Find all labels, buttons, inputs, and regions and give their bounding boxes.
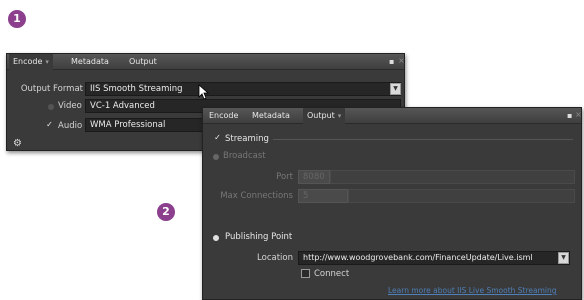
port-spacer bbox=[330, 170, 575, 184]
streaming-label: Streaming bbox=[225, 134, 269, 144]
location-input[interactable]: http://www.woodgrovebank.com/FinanceUpda… bbox=[298, 251, 570, 265]
location-label: Location bbox=[257, 253, 293, 263]
max-connections-input[interactable]: 5 bbox=[298, 189, 348, 203]
tab-metadata[interactable]: Metadata bbox=[67, 54, 113, 70]
location-dropdown-button[interactable]: ▼ bbox=[558, 252, 569, 264]
mouse-cursor-icon bbox=[198, 84, 210, 100]
panel2-tabbar: Encode Metadata Output ▾ ▪ × bbox=[203, 108, 581, 124]
publishing-point-radio[interactable] bbox=[213, 235, 219, 241]
connect-label: Connect bbox=[314, 269, 350, 279]
output-format-select[interactable]: IIS Smooth Streaming bbox=[85, 82, 401, 96]
port-input[interactable]: 8080 bbox=[298, 170, 330, 184]
settings-gear-icon[interactable]: ⚙ bbox=[13, 138, 22, 149]
chevron-down-icon: ▾ bbox=[45, 58, 49, 66]
output-format-dropdown-button[interactable]: ▼ bbox=[390, 83, 401, 95]
step-badge-2: 2 bbox=[157, 203, 175, 221]
output-panel: Encode Metadata Output ▾ ▪ × ✓ Streaming … bbox=[202, 107, 582, 300]
tab-encode[interactable]: Encode bbox=[205, 108, 242, 124]
learn-more-link[interactable]: Learn more about IIS Live Smooth Streami… bbox=[388, 286, 557, 295]
tab-output[interactable]: Output ▾ bbox=[303, 108, 346, 124]
audio-checkbox[interactable]: ✓ bbox=[45, 121, 54, 130]
tab-encode[interactable]: Encode ▾ bbox=[9, 54, 53, 70]
pin-icon[interactable]: ▪ bbox=[567, 111, 573, 120]
max-connections-label: Max Connections bbox=[220, 191, 293, 201]
close-icon[interactable]: × bbox=[575, 110, 581, 120]
chevron-down-icon: ▾ bbox=[337, 112, 342, 120]
audio-label: Audio bbox=[58, 121, 83, 131]
close-icon[interactable]: × bbox=[398, 56, 404, 66]
tab-metadata[interactable]: Metadata bbox=[248, 108, 294, 124]
publishing-point-label: Publishing Point bbox=[225, 232, 293, 242]
tab-output[interactable]: Output bbox=[125, 54, 161, 70]
port-label: Port bbox=[276, 172, 293, 182]
connect-checkbox[interactable] bbox=[301, 269, 310, 278]
video-label: Video bbox=[58, 101, 82, 111]
max-connections-spacer bbox=[348, 189, 575, 203]
broadcast-radio[interactable] bbox=[213, 154, 219, 160]
broadcast-label: Broadcast bbox=[223, 151, 266, 161]
output-format-label: Output Format bbox=[20, 84, 83, 94]
streaming-checkbox[interactable]: ✓ bbox=[213, 134, 222, 143]
video-radio[interactable] bbox=[48, 104, 54, 110]
panel1-tabbar: Encode ▾ Metadata Output ▪ × bbox=[7, 54, 404, 70]
pin-icon[interactable]: ▪ bbox=[389, 57, 395, 66]
streaming-divider bbox=[273, 139, 573, 140]
step-badge-1: 1 bbox=[8, 10, 26, 28]
